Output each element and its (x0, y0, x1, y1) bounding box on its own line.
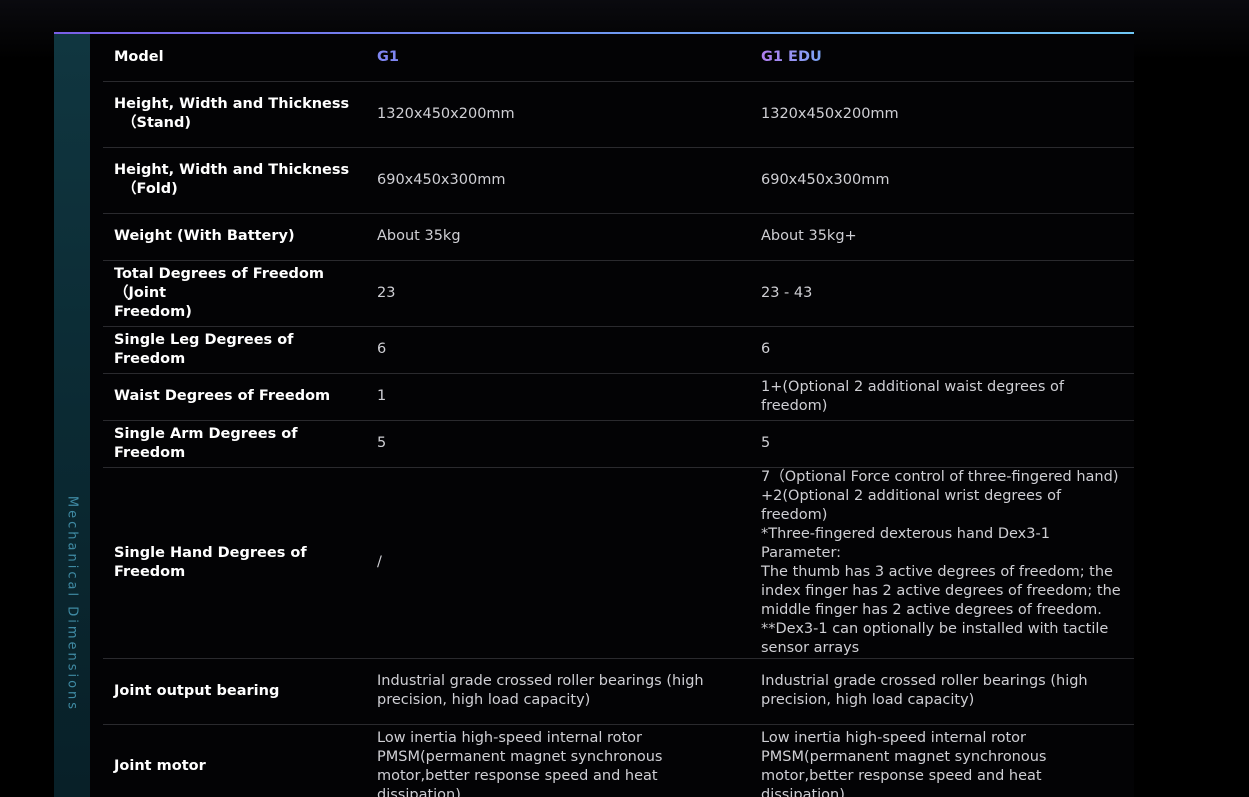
row-value-edu: 23 - 43 (750, 260, 1134, 327)
table-row: Waist Degrees of Freedom 1 1+(Optional 2 a… (103, 373, 1134, 421)
row-value-g1: 1 (366, 373, 750, 421)
row-label-line: Single Leg Degrees of Freedom (114, 331, 294, 367)
row-value-edu-line: middle finger has 2 active degrees of fr… (761, 601, 1102, 618)
row-value-g1-line: PMSM(permanent magnet synchronous (377, 748, 663, 765)
row-value-g1: Low inertia high-speed internal rotor PMS… (366, 724, 750, 797)
row-value-edu-line: 1320x450x200mm (761, 105, 899, 122)
row-value-g1: 6 (366, 326, 750, 374)
row-value-g1-line: 6 (377, 341, 387, 357)
section-title: Mechanical Dimensions (64, 495, 80, 713)
row-label-line: （Fold) (122, 181, 178, 197)
row-label: Single Arm Degrees of Freedom (103, 420, 366, 468)
header-model-edu: G1 EDU (750, 34, 1134, 82)
model-g1-name: G1 (377, 48, 399, 65)
row-value-edu-line: PMSM(permanent magnet synchronous (761, 748, 1047, 765)
table-header-row: Model G1 G1 EDU (103, 34, 1134, 82)
row-value-edu: 1+(Optional 2 additional waist degrees o… (750, 373, 1134, 421)
row-value-edu: About 35kg+ (750, 213, 1134, 261)
row-value-g1: / (366, 467, 750, 659)
row-value-edu: Low inertia high-speed internal rotor PMS… (750, 724, 1134, 797)
row-value-edu-line: 690x450x300mm (761, 171, 890, 188)
row-value-edu-line: 1+(Optional 2 additional waist degrees o… (761, 378, 1064, 414)
row-value-edu-line: About 35kg+ (761, 228, 857, 244)
row-value-edu: 5 (750, 420, 1134, 468)
row-value-edu-line: 23 - 43 (761, 284, 813, 301)
table-row: Single Leg Degrees of Freedom 6 6 (103, 326, 1134, 374)
row-label-line: Freedom) (114, 303, 192, 320)
row-value-g1-line: precision, high load capacity) (377, 692, 591, 708)
row-value-edu-line: motor,better response speed and heat dis… (761, 767, 1042, 797)
row-value-g1-line: About 35kg (377, 228, 461, 244)
row-label-line: Single Arm Degrees of Freedom (114, 425, 298, 461)
table-row: Total Degrees of Freedom（Joint Freedom) 23… (103, 260, 1134, 327)
row-value-g1: 5 (366, 420, 750, 468)
row-value-g1: About 35kg (366, 213, 750, 261)
row-label: Weight (With Battery) (103, 213, 366, 261)
row-value-edu-line: sensor arrays (761, 639, 860, 656)
row-value-edu-line: 7（Optional Force control of three-finger… (761, 468, 1119, 485)
row-label: Height, Width and Thickness （Fold) (103, 147, 366, 214)
table-row: Single Arm Degrees of Freedom 5 5 (103, 420, 1134, 468)
row-value-g1: 690x450x300mm (366, 147, 750, 214)
row-label: Joint motor (103, 724, 366, 797)
row-value-edu-line: 5 (761, 435, 771, 451)
row-value-edu-line: +2(Optional 2 additional wrist degrees o… (761, 487, 1062, 523)
header-model-label: Model (103, 34, 366, 82)
row-value-edu: 7（Optional Force control of three-finger… (750, 467, 1134, 659)
row-value-edu-line: Low inertia high-speed internal rotor (761, 729, 1027, 746)
row-value-g1-line: 23 (377, 284, 396, 301)
table-row: Joint motor Low inertia high-speed intern… (103, 724, 1134, 797)
row-value-g1-line: 5 (377, 435, 387, 451)
row-label: Single Hand Degrees of Freedom (103, 467, 366, 659)
row-value-g1-line: 1320x450x200mm (377, 105, 515, 122)
spec-table: Model G1 G1 EDU Height, Width and Thickn… (103, 34, 1134, 797)
row-label: Total Degrees of Freedom（Joint Freedom) (103, 260, 366, 327)
section-side-bar: Mechanical Dimensions (54, 34, 90, 797)
row-value-edu: 1320x450x200mm (750, 81, 1134, 148)
table-row: Height, Width and Thickness （Fold) 690x450… (103, 147, 1134, 214)
header-model-g1: G1 (366, 34, 750, 82)
row-value-edu: Industrial grade crossed roller bearings… (750, 658, 1134, 725)
row-label-line: Joint motor (114, 758, 206, 774)
table-row: Single Hand Degrees of Freedom / 7（Optiona… (103, 467, 1134, 659)
row-value-g1-line: motor,better response speed and heat dis… (377, 767, 658, 797)
row-label-line: Single Hand Degrees of Freedom (114, 544, 307, 580)
row-label: Single Leg Degrees of Freedom (103, 326, 366, 374)
row-value-g1: Industrial grade crossed roller bearings… (366, 658, 750, 725)
row-value-g1-line: 1 (377, 388, 387, 404)
row-label-line: Height, Width and Thickness (114, 162, 350, 178)
row-value-g1-line: / (377, 554, 382, 570)
spec-page: Mechanical Dimensions Model G1 G1 EDU He… (0, 0, 1249, 797)
row-value-edu-line: precision, high load capacity) (761, 692, 975, 708)
row-label: Waist Degrees of Freedom (103, 373, 366, 421)
table-row: Joint output bearing Industrial grade cro… (103, 658, 1134, 725)
row-value-edu-line: index finger has 2 active degrees of fre… (761, 582, 1121, 599)
table-row: Weight (With Battery) About 35kg About 35k… (103, 213, 1134, 261)
table-row: Height, Width and Thickness （Stand) 1320x4… (103, 81, 1134, 148)
row-value-edu: 6 (750, 326, 1134, 374)
row-label: Joint output bearing (103, 658, 366, 725)
row-value-g1-line: 690x450x300mm (377, 171, 506, 188)
row-value-edu-line: *Three-fingered dexterous hand Dex3-1 Pa… (761, 525, 1050, 561)
row-label: Height, Width and Thickness （Stand) (103, 81, 366, 148)
row-value-edu-line: **Dex3-1 can optionally be installed wit… (761, 620, 1109, 637)
row-label-line: Joint output bearing (114, 682, 280, 699)
spec-panel: Mechanical Dimensions Model G1 G1 EDU He… (54, 32, 1134, 797)
row-label-line: Total Degrees of Freedom（Joint (114, 265, 324, 301)
model-edu-name: G1 EDU (761, 48, 822, 65)
row-value-g1: 1320x450x200mm (366, 81, 750, 148)
row-value-g1-line: Low inertia high-speed internal rotor (377, 729, 643, 746)
row-label-line: Height, Width and Thickness (114, 96, 350, 112)
row-value-g1: 23 (366, 260, 750, 327)
row-label-line: Waist Degrees of Freedom (114, 388, 331, 404)
row-label-line: （Stand) (122, 115, 191, 131)
row-value-edu: 690x450x300mm (750, 147, 1134, 214)
row-value-edu-line: Industrial grade crossed roller bearings… (761, 673, 1088, 689)
row-value-g1-line: Industrial grade crossed roller bearings… (377, 673, 704, 689)
row-label-line: Weight (With Battery) (114, 228, 295, 244)
row-value-edu-line: 6 (761, 341, 771, 357)
row-value-edu-line: The thumb has 3 active degrees of freedo… (761, 563, 1113, 580)
